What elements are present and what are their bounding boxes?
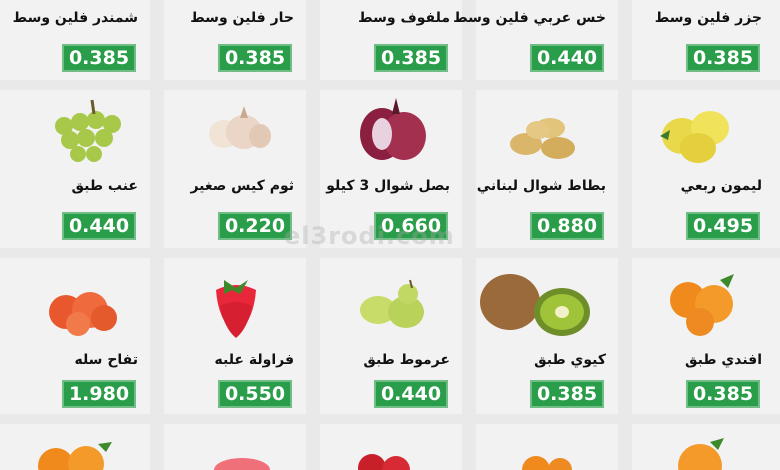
kiwi-icon (480, 274, 590, 336)
product-name: عنب طبق (71, 178, 139, 194)
red-apple-icon (358, 454, 410, 470)
product-card[interactable]: شمندر فلين وسط 0.385 (0, 0, 144, 80)
tangerine-icon (670, 274, 734, 336)
product-price: 0.495 (686, 212, 760, 240)
potato-icon (510, 118, 575, 159)
product-name: خس عربي فلين وسط (453, 10, 606, 26)
product-card[interactable]: عنب طبق 0.440 (0, 90, 144, 248)
orange-icon (678, 438, 724, 470)
product-card[interactable]: كيوي طبق 0.385 (468, 258, 612, 414)
garlic-icon (209, 106, 271, 149)
red-onion-icon (360, 98, 426, 160)
product-price: 0.385 (374, 44, 448, 72)
product-card[interactable]: فراولة علبه 0.550 (156, 258, 300, 414)
product-price: 0.440 (374, 380, 448, 408)
product-name: كيوي طبق (534, 352, 606, 368)
product-name: شمندر فلين وسط (12, 10, 138, 26)
product-price: 0.880 (530, 212, 604, 240)
product-name: ثوم كيس صغير (190, 178, 294, 194)
product-price: 0.385 (62, 44, 136, 72)
product-card[interactable]: ثوم كيس صغير 0.220 (156, 90, 300, 248)
product-name: عرموط طبق (363, 352, 450, 368)
row-divider (0, 80, 780, 90)
product-name: حار فلين وسط (190, 10, 294, 26)
orange-icon (38, 442, 112, 470)
product-price: 0.220 (218, 212, 292, 240)
pear-icon (360, 279, 424, 328)
product-card[interactable]: تفاح سله 1.980 (0, 258, 144, 414)
orange-icon (522, 456, 572, 470)
product-price: 0.385 (530, 380, 604, 408)
product-card[interactable]: خس عربي فلين وسط 0.440 (453, 0, 612, 80)
product-price: 0.385 (686, 44, 760, 72)
product-price: 0.440 (62, 212, 136, 240)
product-card[interactable]: عرموط طبق 0.440 (312, 258, 456, 414)
product-name: افندي طبق (685, 352, 762, 368)
product-price: 1.980 (62, 380, 136, 408)
product-card[interactable]: ليمون ربعي 0.495 (624, 90, 768, 248)
grapes-icon (55, 99, 121, 162)
product-card[interactable]: جزر فلين وسط 0.385 (624, 0, 768, 80)
product-name: تفاح سله (74, 352, 138, 368)
strawberry-icon (216, 280, 256, 338)
product-card[interactable]: افندي طبق 0.385 (624, 258, 768, 414)
product-name: فراولة علبه (214, 352, 294, 368)
apple-icon (49, 292, 117, 336)
lemon-icon (660, 111, 729, 163)
product-name: ليمون ربعي (680, 178, 762, 194)
product-card[interactable]: بطاط شوال لبناني 0.880 (468, 90, 612, 248)
peach-icon (214, 458, 270, 470)
product-price: 0.385 (218, 44, 292, 72)
product-card[interactable]: حار فلين وسط 0.385 (156, 0, 300, 80)
product-name: بصل شوال 3 كيلو (326, 178, 450, 194)
product-price: 0.550 (218, 380, 292, 408)
product-price: 0.385 (686, 380, 760, 408)
product-card[interactable]: ملفوف وسط 0.385 (312, 0, 456, 80)
product-name: جزر فلين وسط (654, 10, 762, 26)
product-name: بطاط شوال لبناني (476, 178, 606, 194)
watermark-text: el3rodi.com (284, 222, 455, 250)
row-divider (0, 414, 780, 424)
product-name: ملفوف وسط (358, 10, 450, 26)
product-price: 0.440 (530, 44, 604, 72)
